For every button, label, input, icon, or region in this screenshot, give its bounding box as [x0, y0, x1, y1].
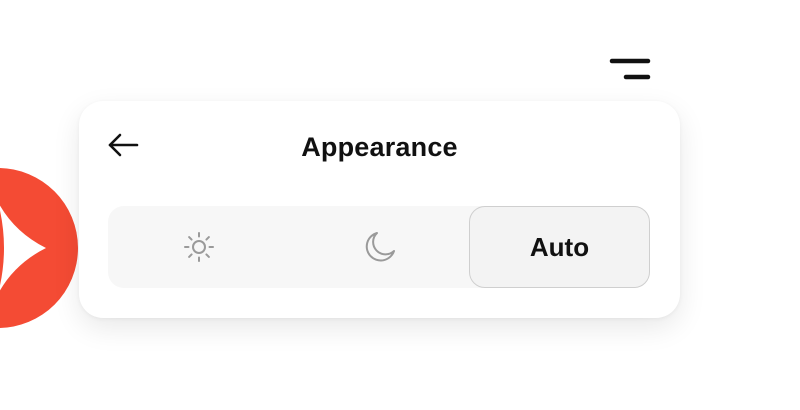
app-stage: Appearance Auto	[0, 0, 800, 410]
sun-icon	[183, 232, 214, 262]
brand-logo-icon	[0, 168, 78, 328]
menu-button[interactable]	[604, 54, 654, 86]
brand-logo	[0, 168, 78, 328]
panel-title: Appearance	[301, 132, 458, 162]
moon-icon	[365, 232, 395, 262]
menu-icon	[609, 58, 651, 80]
theme-option-auto-label: Auto	[529, 231, 590, 262]
appearance-panel: Appearance Auto	[79, 101, 680, 318]
theme-option-dark[interactable]	[289, 206, 470, 288]
theme-option-light[interactable]	[108, 206, 289, 288]
theme-option-auto[interactable]: Auto	[469, 206, 650, 288]
theme-selector: Auto	[108, 206, 650, 288]
